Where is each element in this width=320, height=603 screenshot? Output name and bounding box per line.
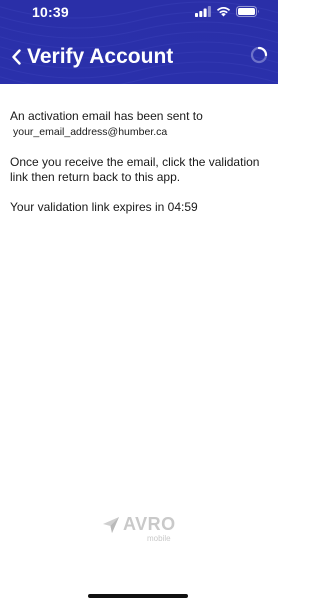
- main-content: An activation email has been sent to you…: [10, 109, 272, 230]
- expiry-prefix: Your validation link expires in: [10, 200, 165, 214]
- avro-logo: AVRO mobile: [101, 514, 181, 546]
- expiry-countdown: 04:59: [167, 200, 198, 214]
- logo-wordmark: AVRO: [123, 514, 176, 534]
- battery-icon: [236, 6, 259, 17]
- status-bar: 10:39: [0, 0, 278, 24]
- footer-logo: AVRO mobile: [0, 514, 278, 546]
- activation-message: An activation email has been sent to you…: [10, 109, 272, 140]
- page-title: Verify Account: [27, 45, 174, 68]
- email-address: your_email_address@humber.ca: [13, 126, 168, 138]
- status-icons: [195, 6, 260, 17]
- chevron-left-icon: [11, 49, 21, 65]
- loading-spinner-icon: [250, 46, 268, 64]
- wifi-icon: [216, 7, 231, 17]
- back-button[interactable]: [6, 42, 26, 72]
- signal-icon: [195, 6, 211, 17]
- app-header: 10:39 Verify Account: [0, 0, 278, 84]
- home-indicator[interactable]: [88, 594, 188, 598]
- status-time: 10:39: [32, 4, 69, 20]
- verify-account-screen: 10:39 Verify Account An activation email…: [0, 0, 278, 603]
- activation-line: An activation email has been sent to: [10, 109, 203, 123]
- instruction-text: Once you receive the email, click the va…: [10, 155, 260, 184]
- avro-arrow-icon: [103, 517, 119, 533]
- expiry-message: Your validation link expires in 04:59: [10, 200, 272, 215]
- nav-bar: Verify Account: [0, 40, 278, 74]
- logo-subtitle: mobile: [147, 534, 171, 543]
